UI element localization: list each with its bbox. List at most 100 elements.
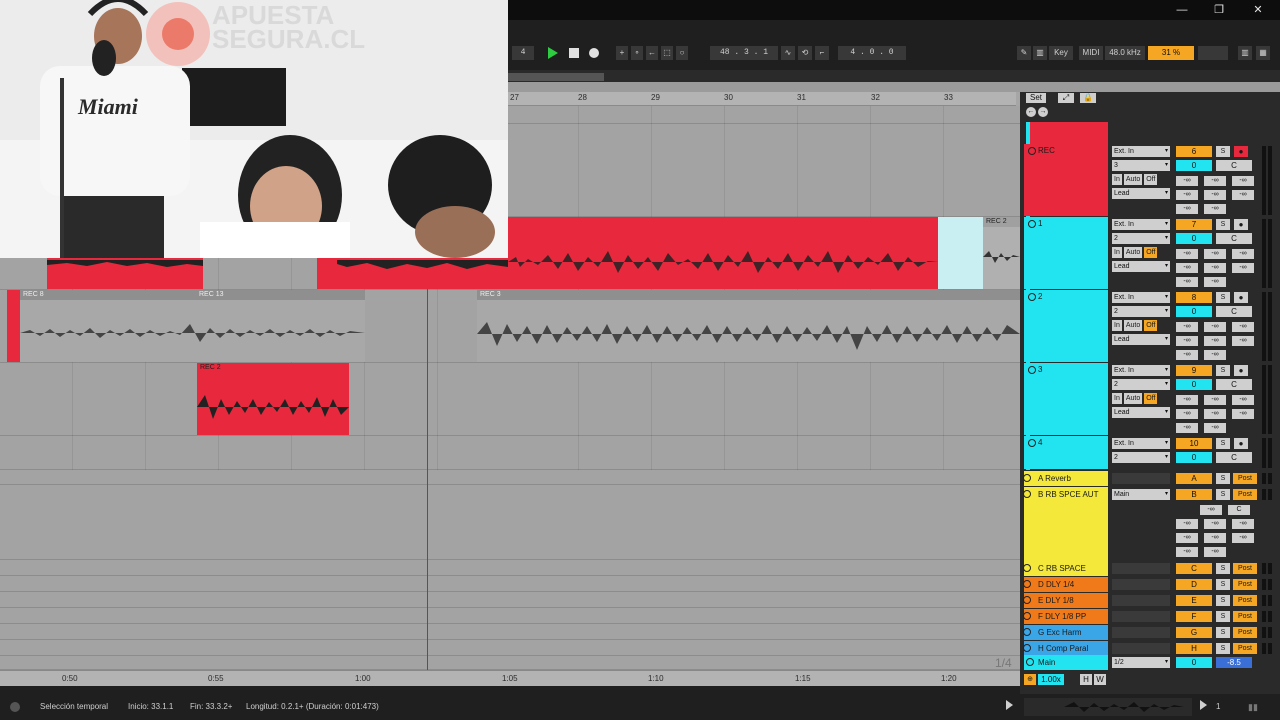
solo-button[interactable]: S [1216, 579, 1230, 590]
view-toggle-icon-2[interactable]: ▦ [1256, 46, 1270, 60]
return-lane-g[interactable] [0, 624, 1020, 640]
track-pan[interactable]: C [1216, 233, 1252, 244]
return-letter[interactable]: D [1176, 579, 1212, 590]
track-number[interactable]: 7 [1176, 219, 1212, 230]
rec2-right-clip[interactable]: REC 2 [983, 217, 1020, 289]
monitor-off-button[interactable]: Off [1144, 247, 1158, 258]
input-type-select[interactable]: Ext. In ▾ [1112, 438, 1170, 449]
send-knob[interactable]: -∞ [1204, 204, 1226, 214]
return-track-name[interactable]: C RB SPACE [1024, 561, 1108, 576]
return-fold-icon[interactable] [1023, 612, 1031, 620]
return-track[interactable]: C RB SPACE C S Post [1020, 561, 1280, 576]
send-knob[interactable]: -∞ [1176, 519, 1198, 529]
capture-icon[interactable]: ⬚ [661, 46, 673, 60]
rec3-clip[interactable]: REC 3 [477, 290, 1020, 362]
send-knob[interactable]: -∞ [1176, 322, 1198, 332]
return-lane-a[interactable] [0, 470, 1020, 485]
return-fold-icon[interactable] [1023, 490, 1031, 498]
track-volume[interactable]: 0 [1176, 306, 1212, 317]
return-track-name[interactable]: A Reverb [1024, 471, 1108, 486]
tempo-scale[interactable]: 1.00x [1038, 674, 1064, 685]
send-knob[interactable]: -∞ [1204, 533, 1226, 543]
send-knob[interactable]: -∞ [1176, 533, 1198, 543]
send-knob[interactable]: -∞ [1176, 423, 1198, 433]
input-channel-select[interactable]: 2 ▾ [1112, 233, 1170, 244]
return-lane-b[interactable] [0, 485, 1020, 560]
send-knob[interactable]: -∞ [1232, 409, 1254, 419]
send-knob[interactable]: -∞ [1204, 350, 1226, 360]
horizontal-scrollbar[interactable] [0, 686, 1020, 694]
return-fold-icon[interactable] [1023, 580, 1031, 588]
rec-clip-mid[interactable] [317, 258, 508, 289]
track-number[interactable]: 9 [1176, 365, 1212, 376]
solo-button[interactable]: S [1216, 611, 1230, 622]
track-header[interactable]: 2 [1024, 290, 1108, 362]
scroll-left-icon[interactable]: ← [1026, 107, 1036, 117]
time-ruler[interactable]: 0:50 0:55 1:00 1:05 1:10 1:15 1:20 [0, 670, 1020, 686]
automation-arm-icon[interactable]: ∘ [631, 46, 643, 60]
send-knob[interactable]: -∞ [1232, 395, 1254, 405]
rec2-clip[interactable]: REC 2 [197, 363, 349, 435]
close-button[interactable]: ✕ [1248, 2, 1268, 18]
send-knob[interactable]: -∞ [1232, 322, 1254, 332]
return-letter[interactable]: B [1176, 489, 1212, 500]
send-knob[interactable]: -∞ [1204, 409, 1226, 419]
post-button[interactable]: Post [1233, 489, 1257, 500]
return-lane-e[interactable] [0, 592, 1020, 608]
track-strip[interactable]: 2 Ext. In ▾ 2 ▾ In Auto Off Lead ▾ 8 S ● 0 … [1020, 290, 1280, 363]
overview-waveform[interactable] [1024, 698, 1192, 716]
track-number[interactable]: 8 [1176, 292, 1212, 303]
follow-icon[interactable]: ∿ [781, 46, 795, 60]
return-letter[interactable]: E [1176, 595, 1212, 606]
send-knob[interactable]: -∞ [1176, 395, 1198, 405]
output-select[interactable]: Lead ▾ [1112, 188, 1170, 199]
main-fold-icon[interactable] [1026, 658, 1034, 666]
send-knob[interactable]: -∞ [1204, 249, 1226, 259]
monitor-in-button[interactable]: In [1112, 393, 1122, 404]
send-knob[interactable]: -∞ [1204, 423, 1226, 433]
view-toggle-icon[interactable]: ▥ [1238, 46, 1252, 60]
track-fold-icon[interactable] [1028, 220, 1036, 228]
send-knob[interactable]: -∞ [1176, 263, 1198, 273]
track-lane-4[interactable] [0, 436, 1020, 470]
input-channel-select[interactable]: 2 ▾ [1112, 452, 1170, 463]
return-fold-icon[interactable] [1023, 474, 1031, 482]
add-icon[interactable]: + [616, 46, 628, 60]
meter-icon[interactable]: ▮▮ [1248, 702, 1262, 712]
send-knob[interactable]: -∞ [1176, 190, 1198, 200]
maximize-button[interactable]: ❐ [1209, 2, 1229, 18]
return-letter[interactable]: G [1176, 627, 1212, 638]
return-track-name[interactable]: B RB SPCE AUT [1024, 487, 1108, 561]
send-knob[interactable]: -∞ [1204, 547, 1226, 557]
track-header[interactable]: 4 [1024, 436, 1108, 469]
arrangement-overview[interactable] [508, 70, 1280, 92]
post-button[interactable]: Post [1233, 611, 1257, 622]
midi-map-button[interactable]: MIDI [1079, 46, 1103, 60]
input-channel-select[interactable]: 2 ▾ [1112, 379, 1170, 390]
main-volume[interactable]: 0 [1176, 657, 1212, 668]
next-icon[interactable] [1200, 700, 1207, 710]
return-output-slot[interactable] [1112, 643, 1170, 654]
arm-button[interactable]: ● [1234, 438, 1248, 449]
scroll-right-icon[interactable]: → [1038, 107, 1048, 117]
keyboard-icon[interactable]: ▥ [1033, 46, 1047, 60]
solo-button[interactable]: S [1216, 627, 1230, 638]
send-knob[interactable]: -∞ [1176, 249, 1198, 259]
return-letter[interactable]: C [1176, 563, 1212, 574]
set-button[interactable]: Set [1026, 93, 1046, 103]
solo-button[interactable]: S [1216, 595, 1230, 606]
minimize-button[interactable]: — [1172, 2, 1192, 18]
return-output-slot[interactable] [1112, 627, 1170, 638]
track-pan[interactable]: C [1216, 379, 1252, 390]
return-volume[interactable]: -∞ [1200, 505, 1222, 515]
play-preview-icon[interactable] [1006, 700, 1013, 710]
session-record-icon[interactable]: ○ [676, 46, 688, 60]
return-track-name[interactable]: G Exc Harm [1024, 625, 1108, 640]
solo-button[interactable]: S [1216, 438, 1230, 449]
h-button[interactable]: H [1080, 674, 1092, 685]
return-letter[interactable]: H [1176, 643, 1212, 654]
rec13-clip-header[interactable]: REC 13 [196, 290, 364, 300]
beat-ruler[interactable]: 27 28 29 30 31 32 33 [508, 92, 1016, 106]
return-output-select[interactable]: Main ▾ [1112, 489, 1170, 500]
return-track[interactable]: G Exc Harm G S Post [1020, 625, 1280, 640]
